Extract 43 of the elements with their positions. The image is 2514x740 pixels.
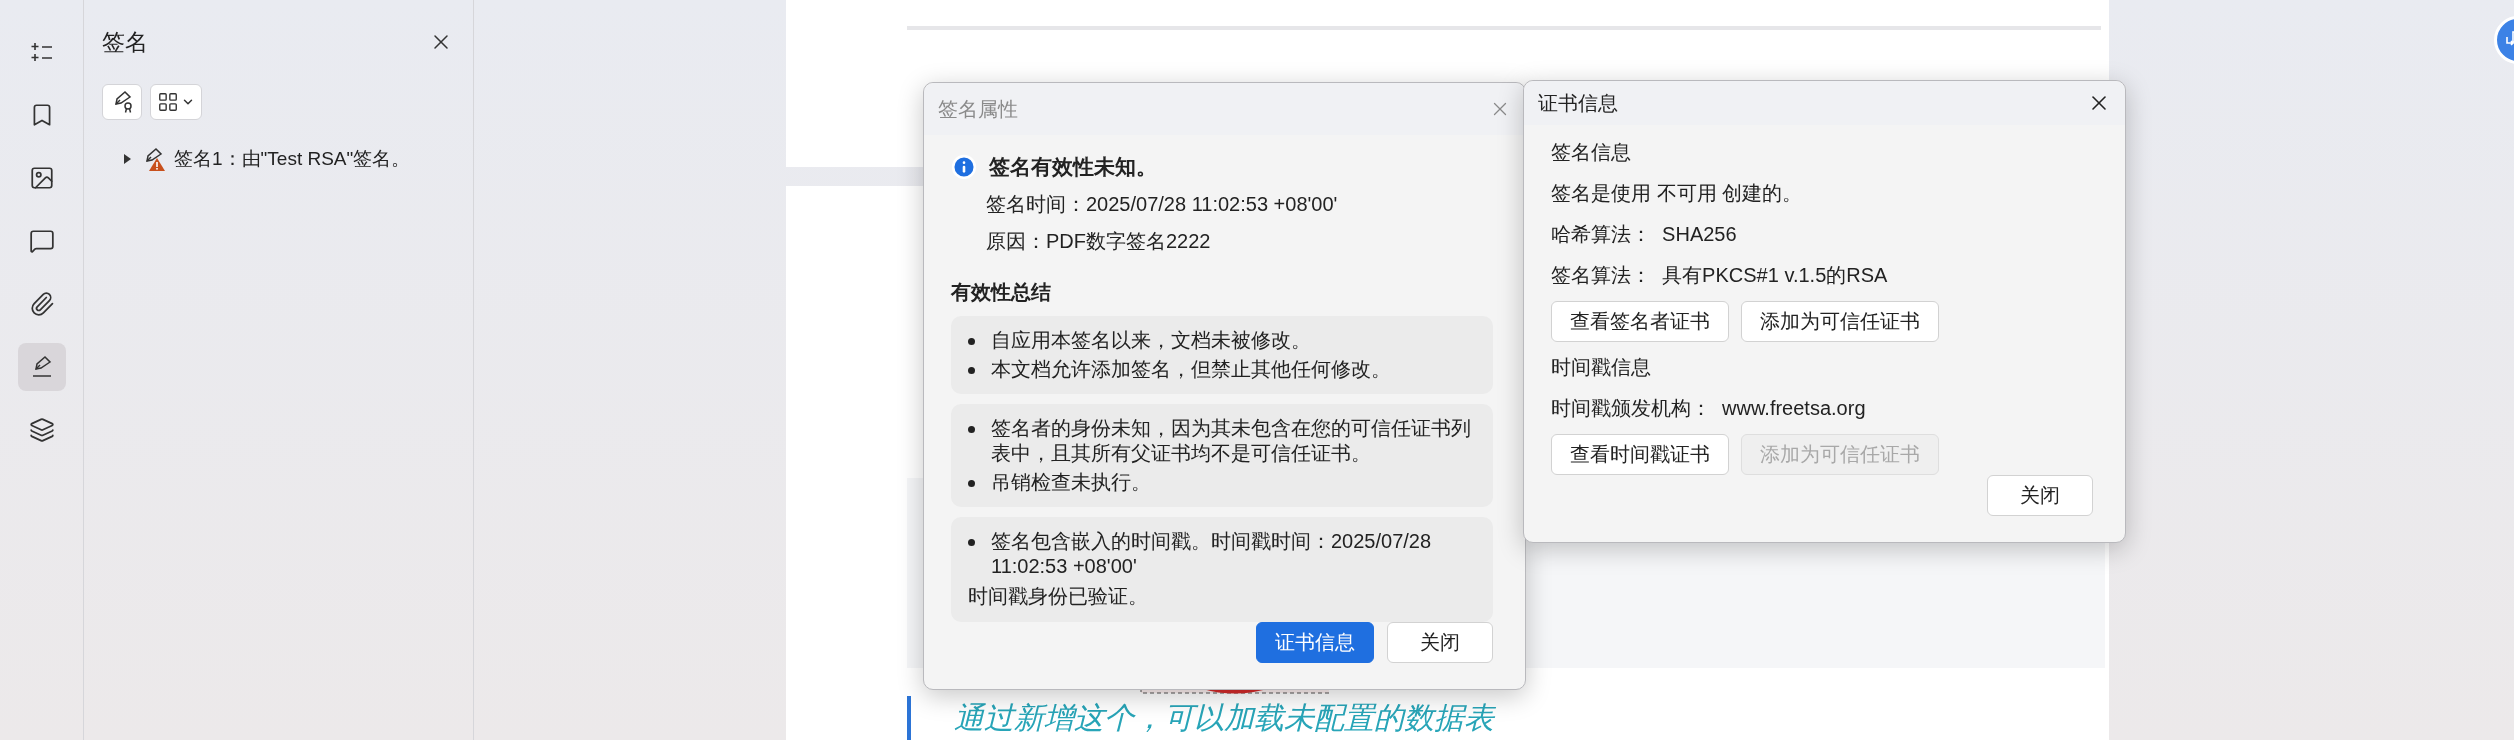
dialog-button[interactable]: 查看时间戳证书 xyxy=(1551,434,1729,475)
signature-tool-button[interactable] xyxy=(102,84,142,120)
image-icon xyxy=(28,165,55,191)
bullet-dot xyxy=(968,367,975,374)
bullet-dot xyxy=(968,539,975,546)
summary-text: 本文档允许添加签名，但禁止其他任何修改。 xyxy=(991,357,1391,382)
detail-text: 签名时间：2025/07/28 11:02:53 +08'00' xyxy=(986,192,1339,217)
info-text: 签名算法： 具有PKCS#1 v.1.5的RSA xyxy=(1551,263,1889,288)
dialog-button[interactable]: 关闭 xyxy=(1387,622,1493,663)
section-title: 时间戳信息 xyxy=(1551,355,1652,380)
section-title: 签名信息 xyxy=(1551,140,1632,165)
dialog-button[interactable]: 关闭 xyxy=(1987,475,2093,516)
sidebar-tab[interactable] xyxy=(17,343,66,391)
summary-text: 时间戳身份已验证。 xyxy=(968,584,1149,609)
summary-text: 签名者的身份未知，因为其未包含在您的可信任证书列表中，且其所有父证书均不是可信任证书。 xyxy=(991,416,1472,466)
dialog-title: 证书信息 xyxy=(1538,90,1618,116)
info-text: 哈希算法： SHA256 xyxy=(1551,222,1738,247)
view-menu-button[interactable] xyxy=(150,84,202,120)
dialog-title: 签名属性 xyxy=(938,96,1018,122)
summary-text: 自应用本签名以来，文档未被修改。 xyxy=(991,328,1311,353)
quote-text: 通过新增这个，可以加载未配置的数据表 xyxy=(954,699,1494,736)
info-icon xyxy=(951,154,977,180)
layers-icon xyxy=(28,417,55,443)
quote-bar xyxy=(907,696,911,740)
status-text: 签名有效性未知。 xyxy=(989,154,1157,180)
detail-text: 原因：PDF数字签名2222 xyxy=(986,229,1212,254)
section-title: 有效性总结 xyxy=(951,280,1052,305)
bullet-dot xyxy=(968,426,975,433)
summary-text: 签名包含嵌入的时间戳。时间戳时间：2025/07/28 11:02:53 +08'00' xyxy=(991,529,1433,579)
tree-item[interactable]: 签名1：由"Test RSA"签名。 xyxy=(174,146,411,172)
panel-title: 签名 xyxy=(102,27,148,57)
bullet-dot xyxy=(968,480,975,487)
grid-icon xyxy=(157,91,179,113)
summary-text: 吊销检查未执行。 xyxy=(991,470,1151,495)
comment-icon xyxy=(28,228,55,254)
bullet-dot xyxy=(968,338,975,345)
caret-right-icon[interactable] xyxy=(122,154,132,164)
dialog-button[interactable]: 添加为可信任证书 xyxy=(1741,301,1939,342)
dialog-button[interactable]: 查看签名者证书 xyxy=(1551,301,1729,342)
primary-button[interactable]: 证书信息 xyxy=(1256,622,1374,663)
paperclip-icon xyxy=(28,291,55,317)
info-text: 签名是使用 不可用 创建的。 xyxy=(1551,181,1804,206)
info-text: 时间戳颁发机构： www.freetsa.org xyxy=(1551,396,1867,421)
